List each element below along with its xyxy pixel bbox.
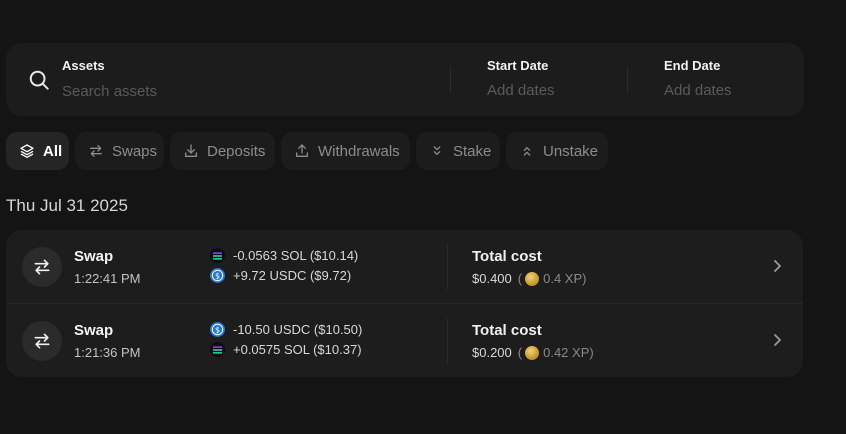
sol-icon <box>210 342 225 357</box>
search-bar: Assets Search assets Start Date Add date… <box>6 43 804 116</box>
filter-all[interactable]: All <box>6 132 69 170</box>
filter-swaps-label: Swaps <box>112 142 158 160</box>
assets-search-input[interactable]: Search assets <box>62 83 157 100</box>
date-heading: Thu Jul 31 2025 <box>6 196 128 215</box>
amount-out-text: -0.0563 SOL ($10.14) <box>233 248 359 263</box>
xp-reward: (0.42 XP) <box>517 345 594 360</box>
xp-coin-icon <box>525 271 540 286</box>
chevrons-up-icon <box>523 147 531 156</box>
filter-stake-label: Stake <box>453 142 492 160</box>
download-icon <box>185 144 197 157</box>
total-cost: $0.400 (0.4 XP) <box>472 271 586 286</box>
row-divider <box>447 244 448 290</box>
search-divider <box>450 66 451 93</box>
start-date-label: Start Date <box>487 58 549 73</box>
swap-arrows-icon <box>34 333 50 349</box>
sol-icon <box>210 248 225 263</box>
upload-icon <box>296 144 308 157</box>
amount-in-text: +9.72 USDC ($9.72) <box>233 268 352 283</box>
xp-value: 0.4 XP <box>543 271 583 286</box>
chevrons-down-icon <box>433 146 441 155</box>
filter-withdrawals[interactable]: Withdrawals <box>281 132 410 170</box>
transaction-history-page: Assets Search assets Start Date Add date… <box>0 0 846 434</box>
svg-text:$: $ <box>215 271 220 280</box>
end-date-label: End Date <box>664 58 721 73</box>
layers-icon <box>20 144 34 158</box>
filter-withdrawals-label: Withdrawals <box>318 142 400 160</box>
transactions-list: Swap 1:22:41 PM -0.0563 SOL ($10.14) $ +… <box>6 230 803 377</box>
chevron-right-icon[interactable] <box>770 332 784 348</box>
xp-value: 0.42 XP <box>543 345 590 360</box>
swap-arrows-icon <box>90 145 102 157</box>
filter-swaps[interactable]: Swaps <box>75 132 164 170</box>
usdc-icon: $ <box>210 268 225 283</box>
total-cost-value: $0.200 <box>472 345 512 360</box>
swap-arrows-icon <box>34 259 50 275</box>
chevron-right-icon[interactable] <box>770 258 784 274</box>
transaction-row[interactable]: Swap 1:22:41 PM -0.0563 SOL ($10.14) $ +… <box>6 230 803 304</box>
date-divider <box>627 66 628 93</box>
transaction-row[interactable]: Swap 1:21:36 PM $ -10.50 USDC ($10.50) +… <box>6 304 803 377</box>
filter-all-label: All <box>43 142 63 160</box>
xp-coin-icon <box>525 345 540 360</box>
amount-in: $ +9.72 USDC ($9.72) <box>210 268 351 283</box>
filter-stake[interactable]: Stake <box>416 132 500 170</box>
swap-type-badge <box>22 247 62 287</box>
filter-deposits[interactable]: Deposits <box>170 132 275 170</box>
end-date-input[interactable]: Add dates <box>664 82 732 99</box>
filter-unstake[interactable]: Unstake <box>506 132 608 170</box>
filter-unstake-label: Unstake <box>543 142 599 160</box>
amount-in: +0.0575 SOL ($10.37) <box>210 342 362 357</box>
transaction-time: 1:22:41 PM <box>74 271 141 286</box>
total-cost-label: Total cost <box>472 322 542 339</box>
start-date-input[interactable]: Add dates <box>487 82 555 99</box>
amount-out-text: -10.50 USDC ($10.50) <box>233 322 363 337</box>
total-cost-label: Total cost <box>472 248 542 265</box>
total-cost-value: $0.400 <box>472 271 512 286</box>
filter-deposits-label: Deposits <box>207 142 266 160</box>
amount-out: $ -10.50 USDC ($10.50) <box>210 322 362 337</box>
transaction-type: Swap <box>74 248 114 265</box>
transaction-type: Swap <box>74 322 114 339</box>
row-divider <box>447 318 448 364</box>
amount-out: -0.0563 SOL ($10.14) <box>210 248 358 263</box>
amount-in-text: +0.0575 SOL ($10.37) <box>233 342 362 357</box>
search-icon[interactable] <box>28 69 50 91</box>
svg-text:$: $ <box>215 325 220 334</box>
assets-label: Assets <box>62 58 105 73</box>
swap-type-badge <box>22 321 62 361</box>
xp-reward: (0.4 XP) <box>517 271 587 286</box>
transaction-time: 1:21:36 PM <box>74 345 141 360</box>
usdc-icon: $ <box>210 322 225 337</box>
total-cost: $0.200 (0.42 XP) <box>472 345 594 360</box>
